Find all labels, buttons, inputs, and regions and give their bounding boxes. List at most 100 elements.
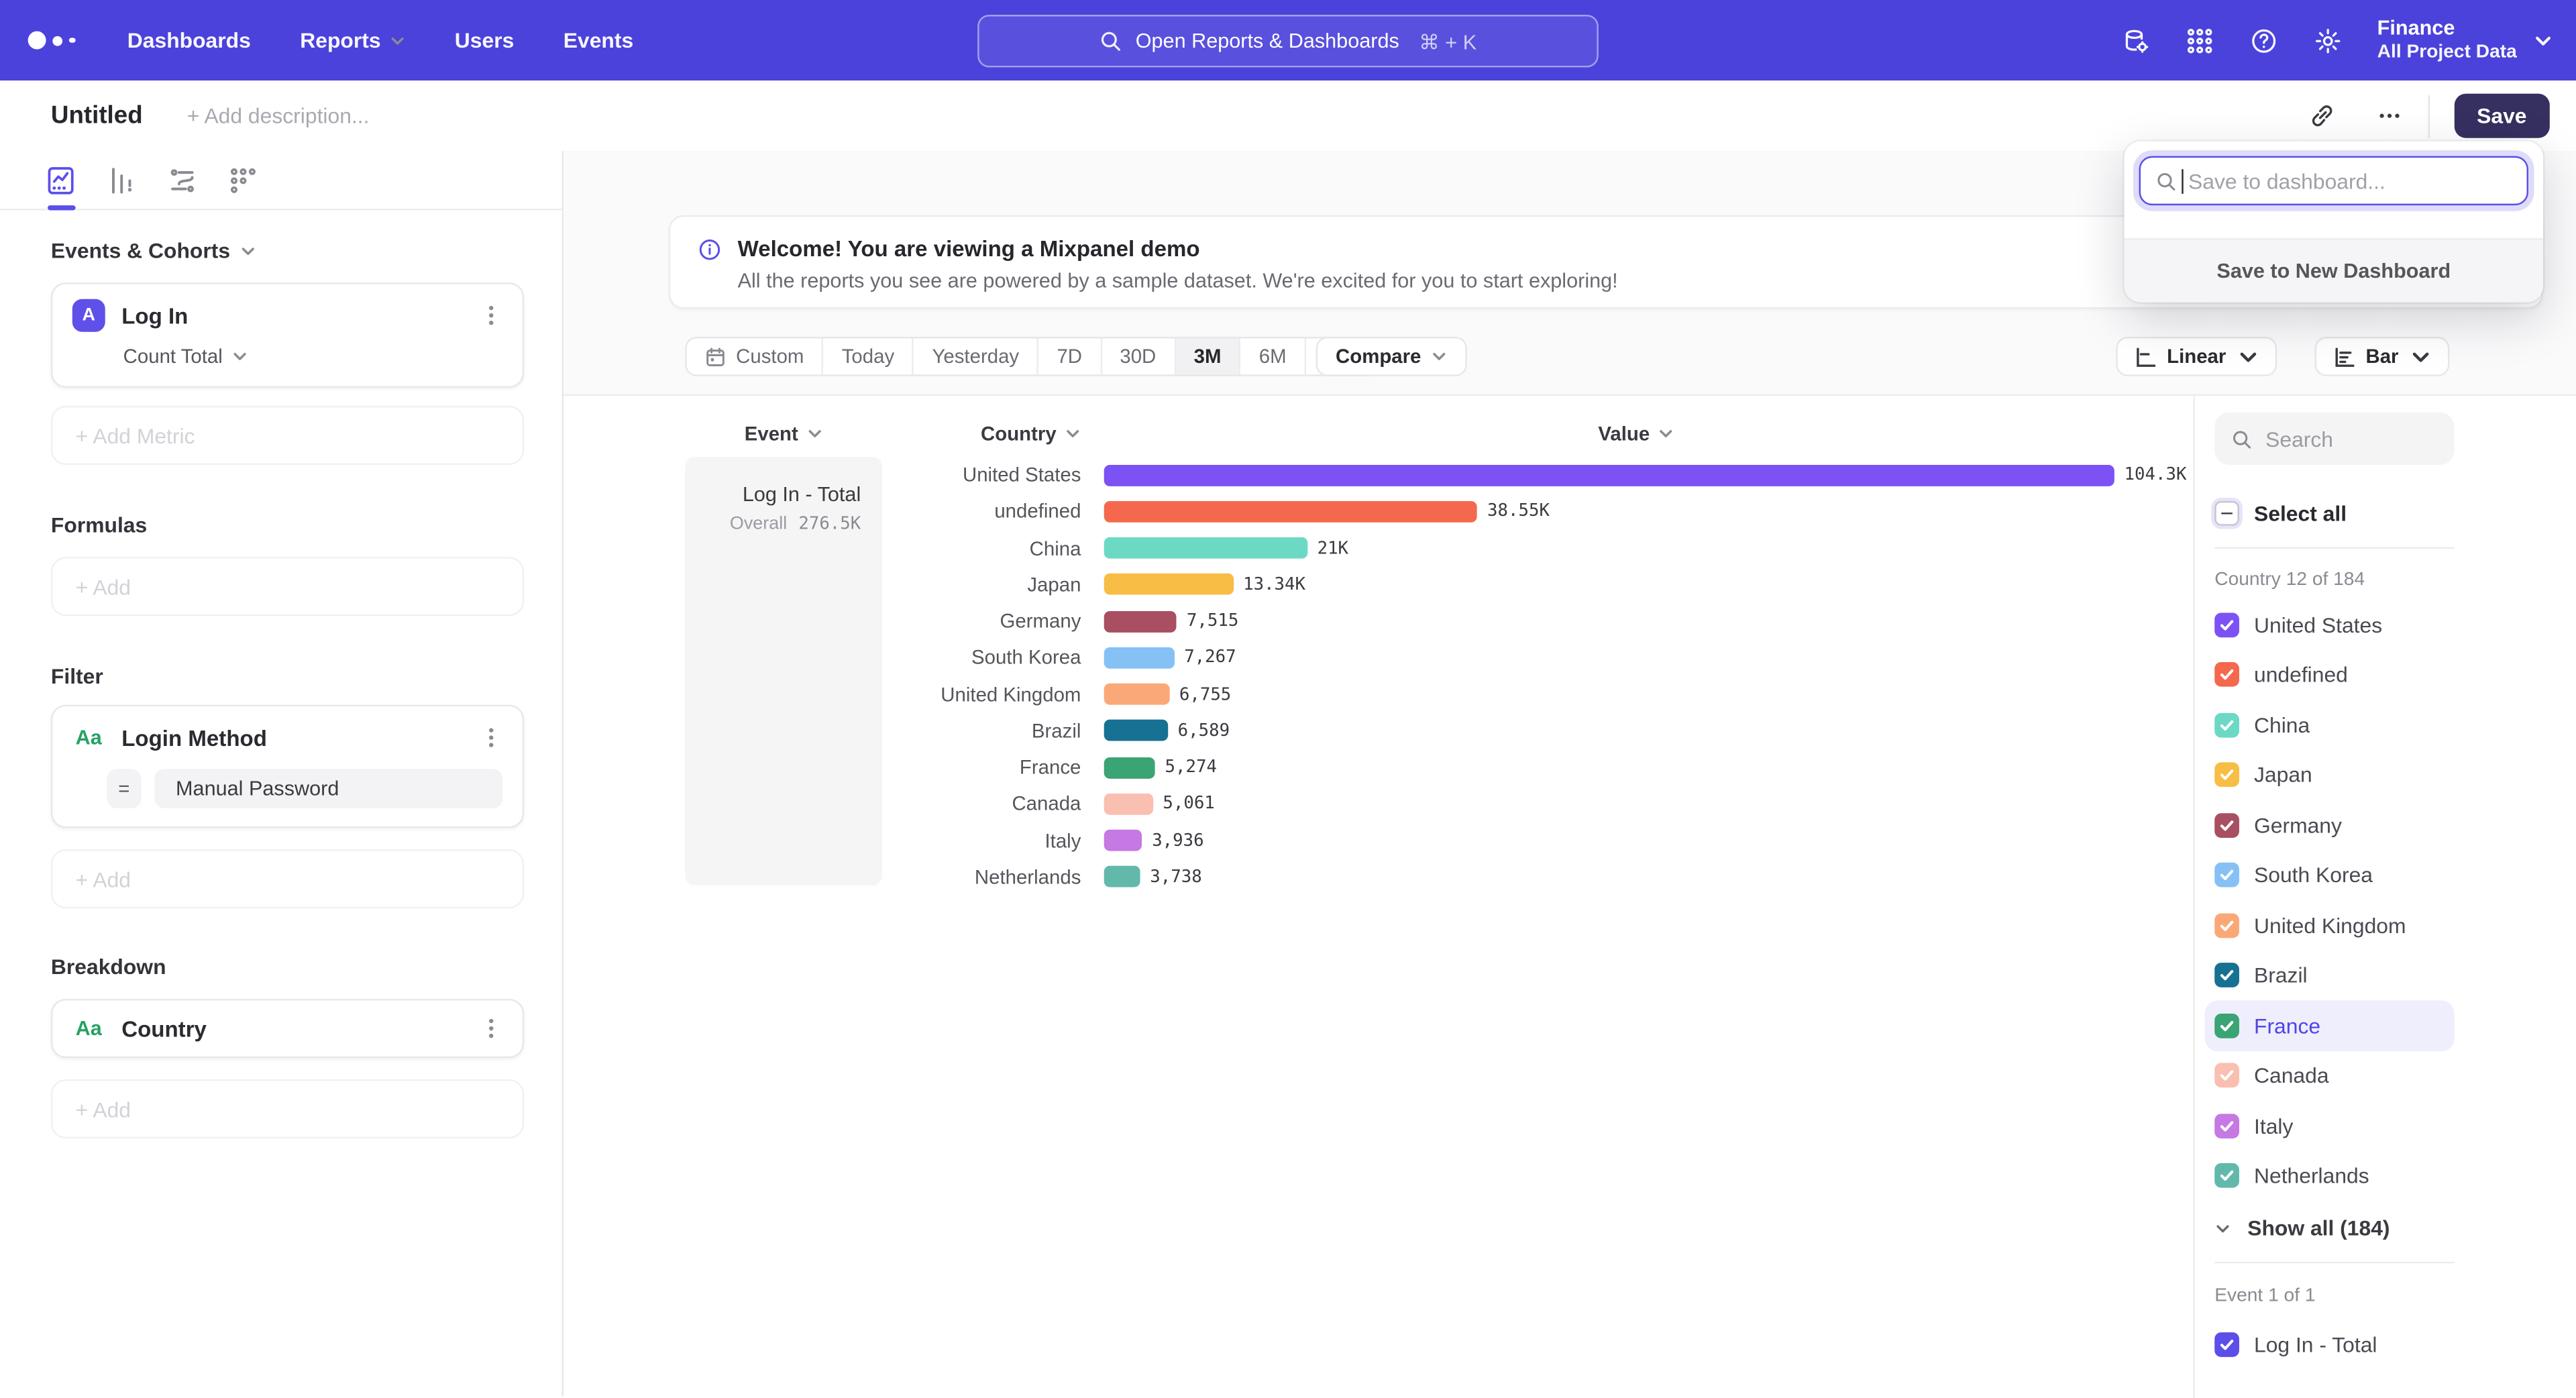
add-breakdown-button[interactable]: + Add	[51, 1079, 524, 1138]
column-header-value[interactable]: Value	[1570, 422, 1702, 445]
chart-bar[interactable]	[1104, 610, 1177, 632]
data-management-icon[interactable]	[2121, 25, 2151, 55]
add-filter-button[interactable]: + Add	[51, 849, 524, 908]
kebab-menu-icon[interactable]	[480, 1017, 502, 1040]
event-filter-row[interactable]: Log In - Total	[2214, 1320, 2576, 1368]
kebab-menu-icon[interactable]	[480, 304, 502, 327]
global-search-button[interactable]: Open Reports & Dashboards ⌘ + K	[977, 15, 1599, 67]
country-checkbox[interactable]	[2214, 1063, 2239, 1088]
select-all-row[interactable]: Select all	[2214, 501, 2576, 526]
add-formula-button[interactable]: + Add	[51, 557, 524, 616]
range-custom[interactable]: Custom	[687, 338, 824, 374]
mixpanel-logo-icon[interactable]	[28, 32, 75, 50]
add-description[interactable]: + Add description...	[187, 103, 370, 128]
nav-reports[interactable]: Reports	[300, 28, 405, 53]
breakdown-card[interactable]: Aa Country	[51, 999, 524, 1058]
country-checkbox[interactable]	[2214, 1114, 2239, 1138]
chart-bar[interactable]	[1104, 794, 1153, 815]
nav-dashboards[interactable]: Dashboards	[127, 28, 251, 53]
save-dashboard-search-input[interactable]: Save to dashboard...	[2139, 156, 2528, 205]
chart-bar[interactable]	[1104, 501, 1478, 523]
country-filter-row[interactable]: Italy	[2205, 1101, 2455, 1151]
country-checkbox[interactable]	[2214, 1163, 2239, 1188]
range-yesterday[interactable]: Yesterday	[914, 338, 1039, 374]
save-to-new-dashboard-button[interactable]: Save to New Dashboard	[2125, 238, 2543, 303]
country-filter-row[interactable]: United States	[2205, 600, 2455, 650]
chart-bar[interactable]	[1104, 684, 1169, 705]
select-all-checkbox[interactable]	[2214, 501, 2239, 526]
settings-gear-icon[interactable]	[2313, 25, 2343, 55]
country-filter-row[interactable]: Brazil	[2205, 951, 2455, 1001]
tab-insights[interactable]	[44, 164, 77, 197]
nav-users[interactable]: Users	[455, 28, 515, 53]
country-checkbox[interactable]	[2214, 813, 2239, 838]
chart-bar[interactable]	[1104, 867, 1140, 888]
event-count-label: Event 1 of 1	[2214, 1287, 2576, 1306]
country-checkbox[interactable]	[2214, 1013, 2239, 1038]
country-filter-row[interactable]: China	[2205, 700, 2455, 750]
copy-link-icon[interactable]	[2308, 102, 2336, 130]
country-checkbox[interactable]	[2214, 663, 2239, 688]
country-filter-row[interactable]: South Korea	[2205, 850, 2455, 900]
country-checkbox[interactable]	[2214, 612, 2239, 637]
chart-bar[interactable]	[1104, 537, 1307, 559]
range-3m[interactable]: 3M	[1176, 338, 1241, 374]
events-cohorts-header[interactable]: Events & Cohorts	[51, 238, 524, 263]
event-series-name: Log In - Total	[685, 483, 861, 506]
country-filter-row[interactable]: Japan	[2205, 750, 2455, 800]
project-switcher[interactable]: Finance All Project Data	[2377, 15, 2553, 64]
column-header-country[interactable]: Country	[882, 422, 1081, 445]
add-metric-button[interactable]: + Add Metric	[51, 406, 524, 465]
chart-bar[interactable]	[1104, 464, 2114, 486]
country-filter-row[interactable]: undefined	[2205, 650, 2455, 700]
chart-type-button[interactable]: Bar	[2315, 337, 2450, 376]
tab-funnels[interactable]	[105, 164, 138, 197]
apps-grid-icon[interactable]	[2185, 25, 2214, 55]
help-icon[interactable]	[2249, 25, 2279, 55]
compare-button[interactable]: Compare	[1316, 337, 1467, 376]
show-all-button[interactable]: Show all (184)	[2214, 1216, 2576, 1240]
aggregation-selector[interactable]: Count Total	[123, 345, 503, 368]
range-6m[interactable]: 6M	[1241, 338, 1306, 374]
event-checkbox[interactable]	[2214, 1332, 2239, 1356]
metric-event-name[interactable]: Log In	[121, 303, 480, 328]
save-button[interactable]: Save	[2454, 94, 2550, 138]
chart-bar[interactable]	[1104, 647, 1175, 669]
chart-bar[interactable]	[1104, 757, 1155, 778]
filter-card[interactable]: Aa Login Method = Manual Password	[51, 705, 524, 828]
country-checkbox[interactable]	[2214, 712, 2239, 737]
tab-flows[interactable]	[166, 164, 199, 197]
range-30d[interactable]: 30D	[1102, 338, 1175, 374]
country-filter-row[interactable]: Netherlands	[2205, 1151, 2455, 1201]
global-search-placeholder: Open Reports & Dashboards	[1136, 30, 1399, 52]
country-filter-row[interactable]: United Kingdom	[2205, 900, 2455, 951]
chart-bar[interactable]	[1104, 720, 1168, 742]
event-series-cell[interactable]: Log In - Total Overall276.5K	[685, 457, 882, 885]
nav-events[interactable]: Events	[564, 28, 633, 53]
filter-operator[interactable]: =	[107, 769, 141, 808]
breakdown-property-name[interactable]: Country	[121, 1016, 480, 1041]
country-checkbox[interactable]	[2214, 913, 2239, 938]
country-filter-row[interactable]: France	[2205, 1000, 2455, 1051]
country-checkbox[interactable]	[2214, 863, 2239, 888]
chart-bar[interactable]	[1104, 574, 1234, 596]
column-header-event[interactable]: Event	[685, 422, 882, 445]
range-today[interactable]: Today	[824, 338, 914, 374]
filter-property-name[interactable]: Login Method	[121, 725, 480, 750]
country-checkbox[interactable]	[2214, 763, 2239, 788]
range-7d[interactable]: 7D	[1039, 338, 1102, 374]
more-options-icon[interactable]	[2375, 102, 2403, 130]
scale-selector-button[interactable]: Linear	[2116, 337, 2277, 376]
country-filter-row[interactable]: Canada	[2205, 1051, 2455, 1101]
report-title[interactable]: Untitled	[51, 102, 143, 130]
legend-search-input[interactable]: Search	[2214, 413, 2455, 465]
chart-bar[interactable]	[1104, 830, 1142, 851]
banner-title: Welcome! You are viewing a Mixpanel demo	[738, 237, 1618, 262]
country-checkbox[interactable]	[2214, 963, 2239, 988]
country-filter-row[interactable]: Germany	[2205, 800, 2455, 851]
filter-value[interactable]: Manual Password	[154, 769, 502, 808]
tab-retention[interactable]	[227, 164, 260, 197]
metric-card[interactable]: A Log In Count Total	[51, 282, 524, 388]
chart-value-label: 21K	[1318, 538, 1348, 557]
kebab-menu-icon[interactable]	[480, 726, 502, 749]
